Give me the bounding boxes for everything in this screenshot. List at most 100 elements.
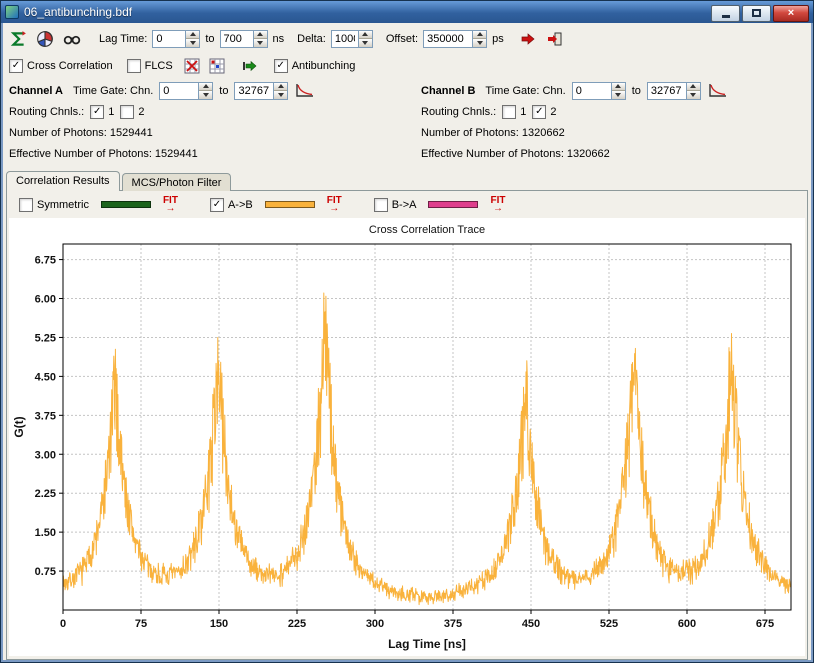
a-to-b-label: A->B bbox=[228, 199, 253, 211]
checkbox-box[interactable] bbox=[120, 105, 134, 119]
svg-text:3.00: 3.00 bbox=[35, 449, 56, 461]
to-label: to bbox=[219, 85, 228, 97]
svg-text:6.00: 6.00 bbox=[35, 294, 56, 306]
channel-b-gate-from-field[interactable] bbox=[572, 82, 626, 100]
channels-section: Channel A Time Gate: Chn. to Routing Chn… bbox=[1, 78, 813, 168]
pie-chart-icon[interactable] bbox=[34, 29, 56, 49]
lag-from-field[interactable] bbox=[152, 30, 200, 48]
symmetric-fit-button[interactable]: FIT → bbox=[163, 196, 178, 214]
channel-a-title: Channel A bbox=[9, 85, 63, 97]
checkbox-box[interactable]: ✓ bbox=[9, 59, 23, 73]
maximize-button[interactable] bbox=[742, 5, 771, 22]
svg-text:Cross Correlation Trace: Cross Correlation Trace bbox=[369, 224, 485, 236]
b-to-a-fit-button[interactable]: FIT → bbox=[490, 196, 505, 214]
channel-b-routing-1-checkbox[interactable]: 1 bbox=[502, 105, 526, 119]
lag-to-input[interactable] bbox=[221, 31, 253, 47]
flcs-label: FLCS bbox=[145, 60, 173, 72]
svg-text:675: 675 bbox=[756, 618, 774, 630]
spin-down-button[interactable] bbox=[687, 91, 700, 99]
channel-b-gate-from-input[interactable] bbox=[573, 83, 611, 99]
lag-from-spinner bbox=[185, 31, 199, 47]
channel-a-gate-from-field[interactable] bbox=[159, 82, 213, 100]
correlation-icon[interactable] bbox=[61, 29, 83, 49]
checkbox-box[interactable]: ✓ bbox=[90, 105, 104, 119]
cross-correlation-label: Cross Correlation bbox=[27, 60, 113, 72]
spin-down-button[interactable] bbox=[186, 39, 199, 47]
delta-input[interactable] bbox=[332, 31, 358, 47]
matrix-x-icon[interactable] bbox=[183, 56, 202, 76]
fit-arrow-icon: → bbox=[329, 204, 339, 214]
to-label: to bbox=[632, 85, 641, 97]
spin-up-button[interactable] bbox=[254, 31, 267, 40]
delta-field[interactable] bbox=[331, 30, 373, 48]
matrix-dot-icon[interactable] bbox=[208, 56, 227, 76]
a-to-b-fit-button[interactable]: FIT → bbox=[327, 196, 342, 214]
lag-from-input[interactable] bbox=[153, 31, 185, 47]
spin-up-button[interactable] bbox=[199, 83, 212, 92]
spin-up-button[interactable] bbox=[186, 31, 199, 40]
cross-correlation-checkbox[interactable]: ✓ Cross Correlation bbox=[9, 59, 113, 73]
svg-text:525: 525 bbox=[600, 618, 618, 630]
channel-a-routing-2-checkbox[interactable]: 2 bbox=[120, 105, 144, 119]
svg-text:4.50: 4.50 bbox=[35, 371, 56, 383]
tab-mcs-photon-filter[interactable]: MCS/Photon Filter bbox=[122, 173, 232, 191]
lag-to-spinner bbox=[253, 31, 267, 47]
titlebar[interactable]: 06_antibunching.bdf × bbox=[1, 1, 813, 23]
channel-a-gate-to-field[interactable] bbox=[234, 82, 288, 100]
a-to-b-checkbox[interactable]: ✓ A->B bbox=[210, 198, 253, 212]
offset-field[interactable] bbox=[423, 30, 487, 48]
exit-icon[interactable] bbox=[544, 29, 566, 49]
decay-curve-icon[interactable] bbox=[294, 81, 316, 101]
spin-up-button[interactable] bbox=[274, 83, 287, 92]
checkbox-box[interactable] bbox=[127, 59, 141, 73]
minimize-icon bbox=[722, 15, 730, 18]
checkbox-box[interactable] bbox=[502, 105, 516, 119]
spin-down-button[interactable] bbox=[473, 39, 486, 47]
spinner bbox=[611, 83, 625, 99]
spin-down-button[interactable] bbox=[199, 91, 212, 99]
decay-curve-icon[interactable] bbox=[707, 81, 729, 101]
spin-down-button[interactable] bbox=[254, 39, 267, 47]
routing-2-label: 2 bbox=[550, 106, 556, 118]
tab-correlation-results[interactable]: Correlation Results bbox=[6, 171, 120, 191]
channel-b-gate-to-field[interactable] bbox=[647, 82, 701, 100]
spin-down-button[interactable] bbox=[274, 91, 287, 99]
cross-correlation-chart[interactable]: 0751502253003754505256006750.751.502.253… bbox=[9, 218, 805, 656]
channel-a-gate-from-input[interactable] bbox=[160, 83, 198, 99]
svg-text:225: 225 bbox=[288, 618, 306, 630]
spin-up-button[interactable] bbox=[473, 31, 486, 40]
lag-to-field[interactable] bbox=[220, 30, 268, 48]
checkbox-box[interactable]: ✓ bbox=[274, 59, 288, 73]
fit-arrow-icon: → bbox=[493, 204, 503, 214]
checkbox-box[interactable] bbox=[19, 198, 33, 212]
spin-down-button[interactable] bbox=[359, 39, 372, 47]
assign-arrow-icon[interactable] bbox=[241, 56, 260, 76]
flcs-checkbox[interactable]: FLCS bbox=[127, 59, 173, 73]
spinner bbox=[686, 83, 700, 99]
minimize-button[interactable] bbox=[711, 5, 740, 22]
checkbox-box[interactable]: ✓ bbox=[532, 105, 546, 119]
legend-item-symmetric: Symmetric FIT → bbox=[19, 196, 178, 214]
channel-a-gate-to-input[interactable] bbox=[235, 83, 273, 99]
channel-b-routing-2-checkbox[interactable]: ✓ 2 bbox=[532, 105, 556, 119]
checkbox-box[interactable]: ✓ bbox=[210, 198, 224, 212]
offset-input[interactable] bbox=[424, 31, 472, 47]
b-to-a-checkbox[interactable]: B->A bbox=[374, 198, 417, 212]
spin-up-button[interactable] bbox=[687, 83, 700, 92]
spin-down-button[interactable] bbox=[612, 91, 625, 99]
symmetric-checkbox[interactable]: Symmetric bbox=[19, 198, 89, 212]
sum-icon[interactable] bbox=[7, 29, 29, 49]
channel-b-gate-to-input[interactable] bbox=[648, 83, 686, 99]
delta-label: Delta: bbox=[297, 33, 326, 45]
checkbox-box[interactable] bbox=[374, 198, 388, 212]
spin-up-button[interactable] bbox=[359, 31, 372, 40]
svg-text:0: 0 bbox=[60, 618, 66, 630]
close-button[interactable]: × bbox=[773, 5, 809, 22]
channel-a-routing-1-checkbox[interactable]: ✓ 1 bbox=[90, 105, 114, 119]
export-arrow-icon[interactable] bbox=[517, 29, 539, 49]
antibunching-checkbox[interactable]: ✓ Antibunching bbox=[274, 59, 356, 73]
svg-text:375: 375 bbox=[444, 618, 462, 630]
spin-up-button[interactable] bbox=[612, 83, 625, 92]
channel-b-title: Channel B bbox=[421, 85, 475, 97]
channel-b-photons-text: Number of Photons: 1320662 bbox=[421, 127, 565, 139]
